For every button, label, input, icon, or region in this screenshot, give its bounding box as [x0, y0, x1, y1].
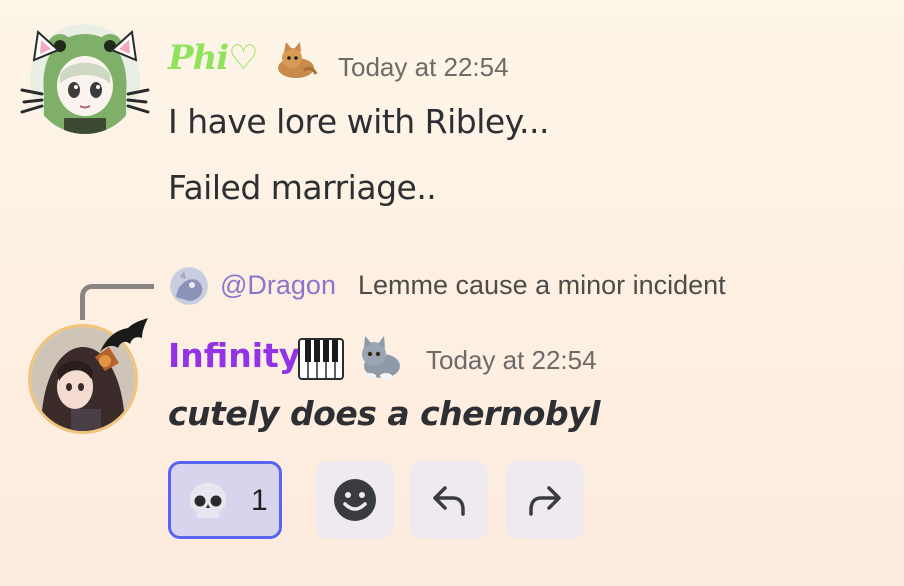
cat-role-icon[interactable]	[274, 40, 318, 80]
message-timestamp[interactable]: Today at 22:54	[426, 345, 597, 376]
add-reaction-button[interactable]	[316, 461, 394, 539]
reaction-skull[interactable]: 1	[168, 461, 282, 539]
reply-arrow-icon	[433, 486, 465, 516]
skull-emoji-icon	[187, 480, 229, 522]
message-text: cutely does a chernobyl	[168, 394, 600, 433]
grey-kitten-role-icon[interactable]	[356, 334, 404, 380]
reply-button[interactable]	[410, 461, 488, 539]
username-infinity[interactable]: Infinity	[168, 336, 300, 375]
smiley-icon	[334, 479, 376, 521]
reply-preview-text[interactable]: Lemme cause a minor incident	[358, 270, 726, 301]
username-phi[interactable]: Phi♡	[168, 38, 259, 78]
cat-ears-decoration-icon	[20, 30, 150, 114]
reaction-count: 1	[251, 484, 268, 517]
reply-connector	[80, 284, 154, 320]
message-text: I have lore with Ribley...	[168, 102, 550, 141]
bat-wing-decoration-icon	[100, 318, 148, 352]
reply-avatar[interactable]	[170, 267, 208, 305]
reply-mention[interactable]: @Dragon	[220, 270, 336, 301]
message-timestamp[interactable]: Today at 22:54	[338, 52, 509, 83]
message-text: Failed marriage..	[168, 168, 437, 207]
forward-arrow-icon	[529, 486, 561, 516]
piano-emoji-icon	[298, 338, 344, 380]
forward-button[interactable]	[506, 461, 584, 539]
